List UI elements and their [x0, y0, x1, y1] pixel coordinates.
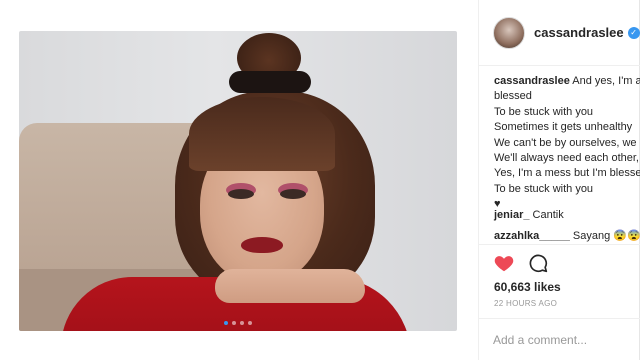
- caption-username[interactable]: cassandraslee: [494, 75, 570, 87]
- comment-text: Cantik: [532, 209, 564, 221]
- carousel-dot[interactable]: [240, 321, 244, 325]
- comment: azzahlka_____ Sayang 😨😨😨: [494, 229, 640, 242]
- carousel-dot[interactable]: [248, 321, 252, 325]
- caption-line: We can't be by ourselves, we: [494, 136, 637, 149]
- post-timestamp[interactable]: 22 HOURS AGO: [494, 299, 557, 308]
- caption-line: blessed: [494, 90, 532, 103]
- photo-area: [0, 0, 478, 360]
- caption-line: Yes, I'm a mess but I'm blessed: [494, 167, 640, 180]
- action-bar: [479, 244, 640, 280]
- verified-badge-icon: ✓: [627, 26, 640, 39]
- instagram-post-card: cassandraslee ✓ • Fo cassandraslee And y…: [0, 0, 640, 360]
- add-comment-bar: [479, 318, 640, 360]
- post-caption: cassandraslee And yes, I'm a r blessed T…: [494, 74, 640, 213]
- photo-scrunchie: [229, 71, 311, 93]
- comment-username[interactable]: azzahlka_____: [494, 230, 570, 242]
- comment-text: Sayang 😨😨😨: [572, 230, 640, 242]
- post-sidebar: cassandraslee ✓ • Fo cassandraslee And y…: [478, 0, 640, 360]
- photo-hands: [215, 269, 365, 303]
- carousel-indicator: [19, 321, 457, 325]
- likes-count[interactable]: 60,663 likes: [494, 280, 561, 294]
- caption-line: To be stuck with you: [494, 105, 594, 118]
- photo-eye-left: [228, 189, 254, 199]
- add-comment-input[interactable]: [493, 331, 633, 349]
- comment-username[interactable]: jeniar_: [494, 209, 529, 221]
- post-header: cassandraslee ✓ • Fo: [479, 0, 640, 66]
- carousel-dot[interactable]: [232, 321, 236, 325]
- caption-line: We'll always need each other,: [494, 152, 639, 165]
- comment: jeniar_ Cantik: [494, 209, 564, 221]
- photo-eye-right: [280, 189, 306, 199]
- caption-line: Sometimes it gets unhealthy: [494, 121, 633, 134]
- heart-icon[interactable]: [493, 252, 515, 274]
- caption-line: To be stuck with you: [494, 182, 594, 195]
- avatar[interactable]: [493, 16, 525, 49]
- post-photo[interactable]: [19, 31, 457, 331]
- caption-line: And yes, I'm a r: [572, 75, 640, 87]
- photo-bangs: [189, 97, 335, 171]
- caption-first-line: cassandraslee And yes, I'm a r: [494, 74, 640, 89]
- photo-lips: [241, 237, 283, 253]
- header-username[interactable]: cassandraslee: [534, 25, 624, 40]
- comment-bubble-icon[interactable]: [527, 252, 549, 274]
- carousel-dot[interactable]: [224, 321, 228, 325]
